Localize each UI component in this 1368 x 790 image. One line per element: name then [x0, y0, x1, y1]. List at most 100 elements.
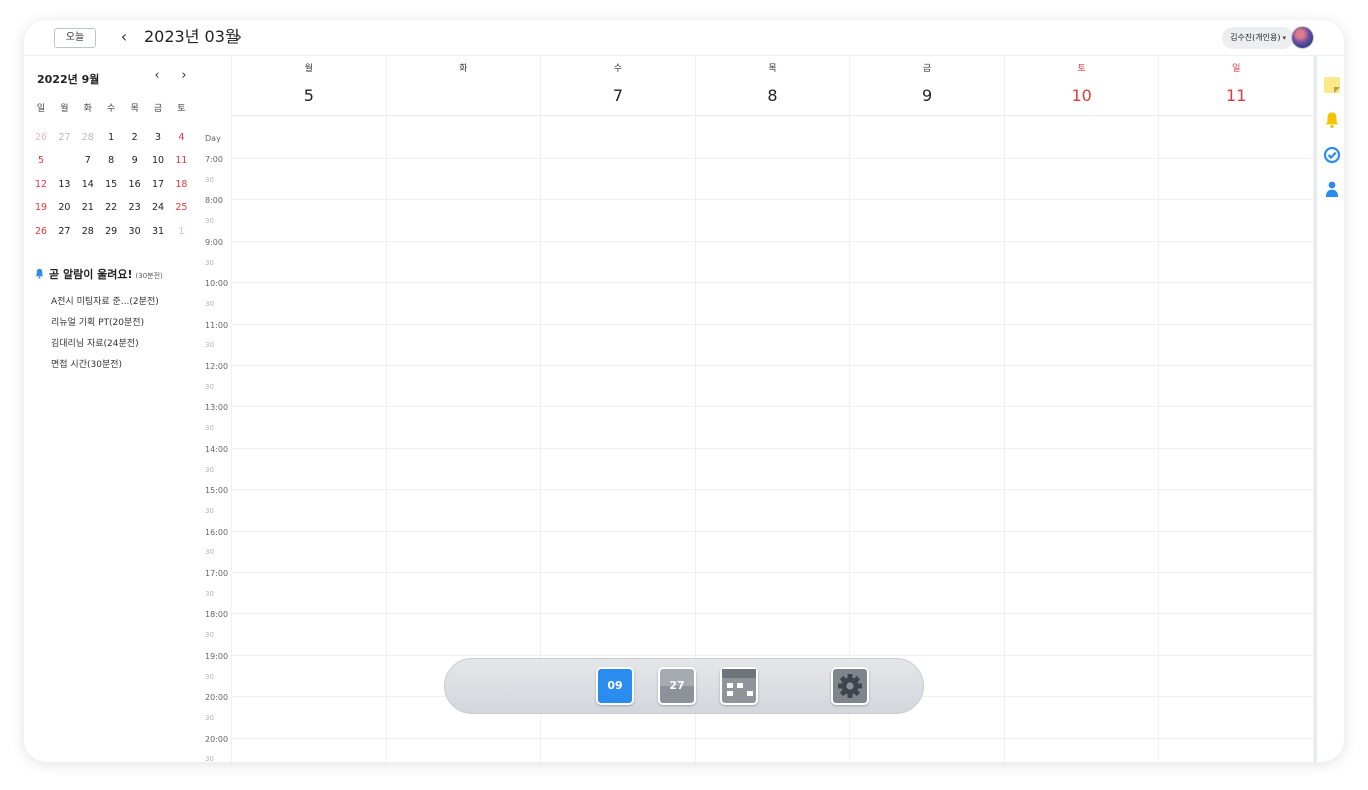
mini-calendar-day[interactable]: 11 [170, 150, 192, 172]
mini-calendar-day[interactable]: 27 [53, 127, 75, 149]
day-view-button[interactable]: 09 [596, 667, 634, 705]
half-hour-label: 30 [205, 713, 214, 722]
day-header[interactable]: 목8 [695, 56, 850, 116]
day-header[interactable]: 일 11 [1159, 56, 1313, 116]
bell-icon [35, 268, 44, 279]
mini-weekday-header: 금 [153, 104, 163, 114]
hour-gridline [231, 199, 1313, 201]
mini-calendar-day[interactable]: 4 [170, 127, 192, 149]
mini-calendar-day[interactable]: 1 [100, 127, 122, 149]
hour-gridline [231, 406, 1313, 408]
mini-calendar-day[interactable]: 7 [77, 150, 99, 172]
hour-label: 19:00 [205, 651, 229, 661]
day-header[interactable]: 수7 [541, 56, 695, 116]
half-hour-label: 30 [205, 341, 214, 350]
alarm-list: A전시 미팅자료 준...(2분전) 리뉴얼 기획 PT(20분전) 김대리님 자료… [51, 295, 159, 379]
alarm-item[interactable]: 면접 시간(30분전) [51, 358, 159, 379]
day-column[interactable]: 목8 [695, 56, 851, 762]
mini-calendar-day[interactable]: 5 [30, 150, 52, 172]
mini-calendar-day[interactable]: 1 [170, 221, 192, 243]
prev-month-button[interactable]: ‹ [116, 26, 132, 48]
account-dropdown[interactable]: 김수진(개인용) ▾ [1222, 27, 1294, 49]
contacts-icon[interactable] [1323, 180, 1341, 198]
mini-calendar-day[interactable]: 13 [53, 174, 75, 196]
account-name: 김수진(개인용) [1230, 33, 1281, 42]
day-column[interactable]: 수7 [541, 56, 696, 762]
mini-calendar-day[interactable]: 20 [53, 197, 75, 219]
mini-calendar-day[interactable]: 26 [30, 127, 52, 149]
weekday-name: 월 [304, 64, 313, 74]
mini-calendar-day[interactable]: 24 [147, 197, 169, 219]
mini-calendar-day[interactable]: 28 [77, 221, 99, 243]
sticky-note-icon[interactable] [1323, 76, 1341, 94]
mini-calendar-day[interactable]: 30 [124, 221, 146, 243]
hour-label: 15:00 [205, 486, 229, 496]
mini-calendar-day[interactable]: 21 [77, 197, 99, 219]
hour-gridline [231, 572, 1313, 573]
mini-calendar-day[interactable]: 17 [147, 174, 169, 196]
mini-weekday-header: 화 [83, 104, 92, 114]
mini-calendar-day[interactable]: 26 [30, 221, 52, 243]
half-hour-label: 30 [205, 506, 214, 515]
alarm-item[interactable]: 김대리님 자료(24분전) [51, 337, 159, 358]
hour-gridline [231, 613, 1313, 615]
hour-gridline [231, 158, 1313, 159]
today-button[interactable]: 오늘 [54, 28, 96, 48]
weekday-name: 토 [1077, 64, 1086, 74]
day-header[interactable]: 월5 [232, 56, 386, 116]
hour-label: 20:00 [205, 734, 229, 744]
week-view-button[interactable]: 27 [658, 667, 696, 705]
mini-calendar-day[interactable]: 14 [77, 174, 99, 196]
next-month-button[interactable]: › [231, 26, 247, 48]
top-bar: 오늘 ‹ 2023년 03월 › 김수진(개인용) ▾ [24, 20, 1344, 56]
half-hour-label: 30 [205, 548, 214, 557]
settings-button[interactable] [831, 667, 869, 705]
mini-calendar-day[interactable]: 19 [30, 197, 52, 219]
chevron-down-icon: ▾ [1282, 34, 1286, 42]
mini-prev-month-button[interactable]: ‹ [150, 68, 164, 83]
mini-weekday-header: 월 [60, 104, 69, 114]
hour-gridline [231, 240, 1313, 242]
mini-calendar-day[interactable]: 15 [100, 174, 122, 196]
mini-calendar-day[interactable]: 29 [100, 221, 122, 243]
day-column[interactable]: 일 11 [1159, 56, 1314, 762]
mini-calendar-day[interactable]: 10 [147, 150, 169, 172]
bell-icon[interactable] [1323, 111, 1341, 129]
mini-calendar-day[interactable]: 2 [124, 127, 146, 149]
mini-calendar-day[interactable]: 31 [147, 221, 169, 243]
day-column[interactable]: 금9 [850, 56, 1005, 762]
hour-gridline [231, 365, 1313, 366]
mini-calendar-day[interactable]: 23 [124, 197, 146, 219]
day-column[interactable]: 월5 [232, 56, 387, 762]
mini-calendar-day[interactable]: 18 [170, 174, 192, 196]
day-number: 8 [767, 86, 778, 105]
mini-calendar-day[interactable]: 12 [30, 174, 52, 196]
alarm-subtitle: (30분전) [135, 272, 163, 280]
half-hour-label: 30 [205, 755, 214, 762]
day-header[interactable]: 토 10 [1004, 56, 1159, 116]
hour-gridline [231, 282, 1313, 284]
checklist-icon[interactable] [1323, 146, 1341, 164]
mini-calendar-day[interactable]: 28 [77, 127, 99, 149]
half-hour-label: 30 [205, 299, 214, 308]
day-header[interactable]: 화6 [386, 56, 541, 116]
mini-calendar-day[interactable]: 25 [170, 197, 192, 219]
month-view-button[interactable] [720, 667, 758, 705]
mini-calendar-day[interactable]: 3 [147, 127, 169, 149]
mini-calendar-day[interactable]: 9 [124, 150, 146, 172]
alarm-item[interactable]: 리뉴얼 기획 PT(20분전) [51, 316, 159, 337]
day-column[interactable]: 토 10 [1004, 56, 1160, 762]
half-hour-label: 30 [205, 258, 214, 267]
avatar[interactable] [1291, 26, 1314, 49]
alarm-item[interactable]: A전시 미팅자료 준...(2분전) [51, 295, 159, 316]
day-header[interactable]: 금9 [850, 56, 1004, 116]
mini-calendar-day[interactable]: 22 [100, 197, 122, 219]
day-column[interactable]: 화6 [386, 56, 542, 762]
mini-calendar-day[interactable]: 8 [100, 150, 122, 172]
mini-calendar-day[interactable]: 27 [53, 221, 75, 243]
mini-calendar-day[interactable]: 6 [53, 150, 75, 172]
mini-next-month-button[interactable]: › [177, 68, 191, 83]
mini-calendar-day[interactable]: 16 [124, 174, 146, 196]
gear-icon [838, 674, 862, 698]
hour-label: 11:00 [205, 320, 229, 330]
